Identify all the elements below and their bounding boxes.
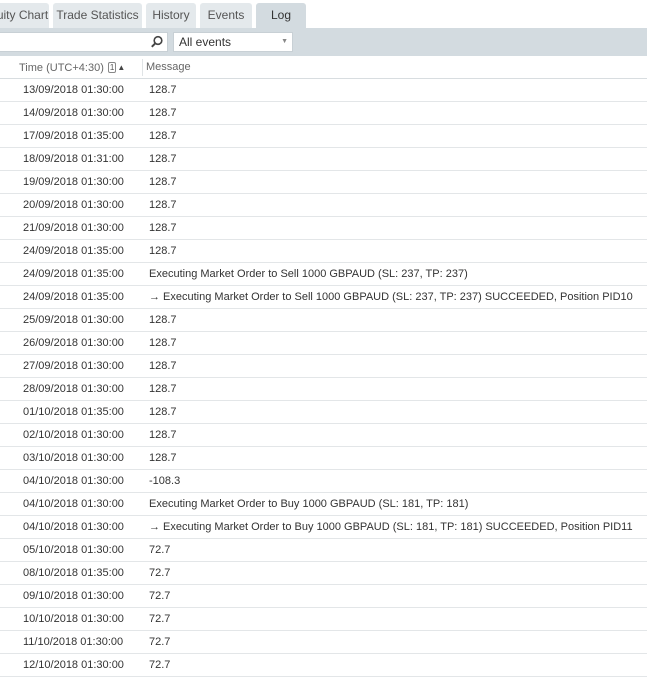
sort-ascending-icon: ▲ [117,63,126,72]
sort-order-badge: 1 [107,62,117,73]
cell-message: 128.7 [149,452,177,464]
cell-time: 09/10/2018 01:30:00 [23,590,124,602]
table-row[interactable]: 03/10/2018 01:30:00 128.7 [0,447,647,470]
column-header-time-label: Time (UTC+4:30) [19,62,104,74]
table-row[interactable]: 18/09/2018 01:31:00 128.7 [0,148,647,171]
cell-time: 10/10/2018 01:30:00 [23,613,124,625]
table-row[interactable]: 01/10/2018 01:35:00 128.7 [0,401,647,424]
cell-time: 14/09/2018 01:30:00 [23,107,124,119]
table-row[interactable]: 04/10/2018 01:30:00 → Executing Market Or… [0,516,647,539]
cell-message: 128.7 [149,245,177,257]
cell-message: 72.7 [149,636,171,648]
cell-message: 72.7 [149,567,171,579]
table-row[interactable]: 24/09/2018 01:35:00 128.7 [0,240,647,263]
table-row[interactable]: 04/10/2018 01:30:00 -108.3 [0,470,647,493]
tab-history[interactable]: History [146,3,196,28]
cell-time: 19/09/2018 01:30:00 [23,176,124,188]
table-row[interactable]: 24/09/2018 01:35:00 Executing Market Orde… [0,263,647,286]
cell-time: 26/09/2018 01:30:00 [23,337,124,349]
search-input[interactable] [0,32,168,52]
cell-message: 128.7 [149,176,177,188]
table-row[interactable]: 05/10/2018 01:30:00 72.7 [0,539,647,562]
table-row[interactable]: 26/09/2018 01:30:00 128.7 [0,332,647,355]
table-row[interactable]: 08/10/2018 01:35:00 72.7 [0,562,647,585]
table-row[interactable]: 11/10/2018 01:30:00 72.7 [0,631,647,654]
column-header-message[interactable]: Message [146,56,191,79]
cell-time: 12/10/2018 01:30:00 [23,659,124,671]
search-icon[interactable] [150,35,164,49]
cell-time: 04/10/2018 01:30:00 [23,498,124,510]
cell-message: 128.7 [149,337,177,349]
cell-message: 72.7 [149,659,171,671]
tab-bar: uity Chart Trade Statistics History Even… [0,0,647,28]
cell-message: 128.7 [149,107,177,119]
event-filter-select[interactable]: All events ▼ [173,32,293,52]
cell-message: 128.7 [149,360,177,372]
cell-time: 24/09/2018 01:35:00 [23,245,124,257]
toolbar: All events ▼ [0,28,647,56]
table-row[interactable]: 04/10/2018 01:30:00 Executing Market Orde… [0,493,647,516]
cell-time: 13/09/2018 01:30:00 [23,84,124,96]
cell-message: 72.7 [149,590,171,602]
cell-message: 128.7 [149,383,177,395]
table-row[interactable]: 02/10/2018 01:30:00 128.7 [0,424,647,447]
table-row[interactable]: 25/09/2018 01:30:00 128.7 [0,309,647,332]
cell-time: 02/10/2018 01:30:00 [23,429,124,441]
event-filter-value: All events [179,35,232,49]
cell-time: 27/09/2018 01:30:00 [23,360,124,372]
tab-equity-chart[interactable]: uity Chart [0,3,49,28]
tab-events[interactable]: Events [200,3,252,28]
cell-message: → Executing Market Order to Buy 1000 GBP… [149,521,633,533]
log-table-body: 13/09/2018 01:30:00 128.7 14/09/2018 01:30… [0,79,647,677]
table-row[interactable]: 14/09/2018 01:30:00 128.7 [0,102,647,125]
cell-message: 128.7 [149,406,177,418]
column-header-time[interactable]: Time (UTC+4:30) 1 ▲ [19,56,125,80]
cell-message: 128.7 [149,153,177,165]
tab-trade-statistics[interactable]: Trade Statistics [53,3,142,28]
cell-time: 01/10/2018 01:35:00 [23,406,124,418]
table-row[interactable]: 12/10/2018 01:30:00 72.7 [0,654,647,677]
table-row[interactable]: 17/09/2018 01:35:00 128.7 [0,125,647,148]
cell-message: -108.3 [149,475,181,487]
tab-log[interactable]: Log [256,3,306,28]
cell-time: 17/09/2018 01:35:00 [23,130,124,142]
cell-message: → Executing Market Order to Sell 1000 GB… [149,291,633,303]
cell-time: 18/09/2018 01:31:00 [23,153,124,165]
cell-message: Executing Market Order to Buy 1000 GBPAU… [149,498,469,510]
table-header: Time (UTC+4:30) 1 ▲ Message [0,56,647,79]
chevron-down-icon: ▼ [281,38,288,45]
cell-message: 128.7 [149,84,177,96]
cell-time: 11/10/2018 01:30:00 [23,636,124,648]
cell-time: 03/10/2018 01:30:00 [23,452,124,464]
cell-time: 28/09/2018 01:30:00 [23,383,124,395]
cell-time: 04/10/2018 01:30:00 [23,475,124,487]
cell-message: 72.7 [149,544,171,556]
cell-message: 128.7 [149,199,177,211]
table-row[interactable]: 09/10/2018 01:30:00 72.7 [0,585,647,608]
table-row[interactable]: 27/09/2018 01:30:00 128.7 [0,355,647,378]
cell-time: 04/10/2018 01:30:00 [23,521,124,533]
table-row[interactable]: 10/10/2018 01:30:00 72.7 [0,608,647,631]
cell-time: 21/09/2018 01:30:00 [23,222,124,234]
table-row[interactable]: 20/09/2018 01:30:00 128.7 [0,194,647,217]
cell-message: 72.7 [149,613,171,625]
table-row[interactable]: 24/09/2018 01:35:00 → Executing Market Or… [0,286,647,309]
column-header-message-label: Message [146,61,191,73]
table-row[interactable]: 21/09/2018 01:30:00 128.7 [0,217,647,240]
cell-time: 20/09/2018 01:30:00 [23,199,124,211]
cell-message: 128.7 [149,222,177,234]
cell-message: 128.7 [149,130,177,142]
cell-time: 05/10/2018 01:30:00 [23,544,124,556]
cell-time: 24/09/2018 01:35:00 [23,291,124,303]
cell-message: 128.7 [149,429,177,441]
cell-message: 128.7 [149,314,177,326]
table-row[interactable]: 28/09/2018 01:30:00 128.7 [0,378,647,401]
table-row[interactable]: 13/09/2018 01:30:00 128.7 [0,79,647,102]
cell-time: 08/10/2018 01:35:00 [23,567,124,579]
cell-time: 24/09/2018 01:35:00 [23,268,124,280]
column-divider[interactable] [142,59,143,76]
cell-time: 25/09/2018 01:30:00 [23,314,124,326]
cell-message: Executing Market Order to Sell 1000 GBPA… [149,268,468,280]
table-row[interactable]: 19/09/2018 01:30:00 128.7 [0,171,647,194]
